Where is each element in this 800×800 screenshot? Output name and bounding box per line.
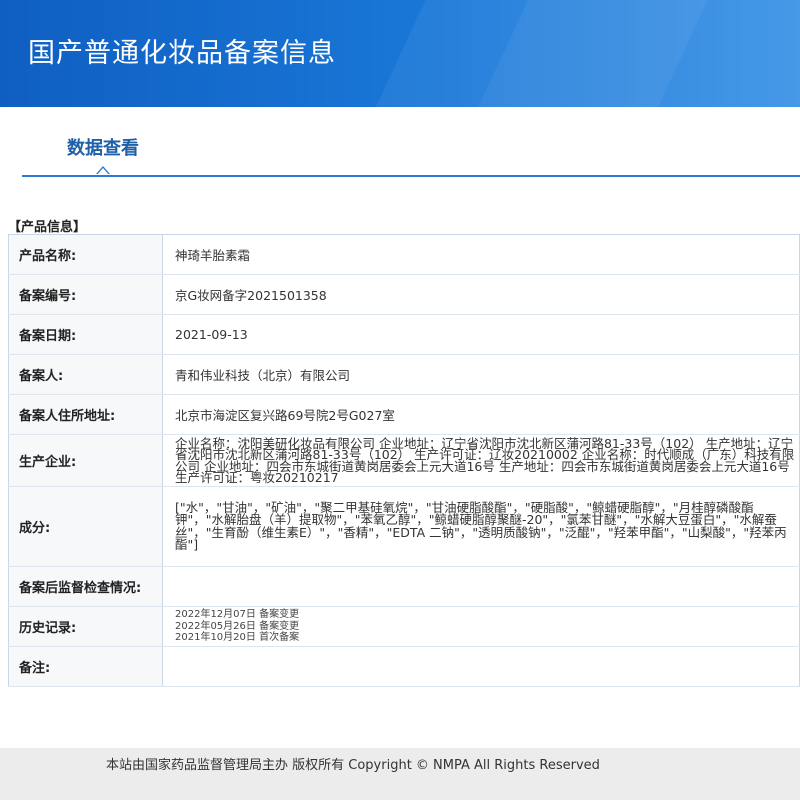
table-row: 备案人: 青和伟业科技（北京）有限公司 xyxy=(8,354,800,395)
registrant-address-label: 备案人住所地址: xyxy=(8,394,163,435)
history-entry: 2022年05月26日 备案变更 xyxy=(175,620,300,632)
history-list: 2022年12月07日 备案变更 2022年05月26日 备案变更 2021年1… xyxy=(162,606,800,647)
product-info-table: 产品名称: 神琦羊胎素霜 备案编号: 京G妆网备字2021501358 备案日期… xyxy=(8,234,800,687)
table-row: 历史记录: 2022年12月07日 备案变更 2022年05月26日 备案变更 … xyxy=(8,606,800,647)
history-label: 历史记录: xyxy=(8,606,163,647)
table-row: 备案编号: 京G妆网备字2021501358 xyxy=(8,274,800,315)
record-date-value: 2021-09-13 xyxy=(162,314,800,355)
section-heading: 【产品信息】 xyxy=(8,220,87,235)
footer-copyright: 本站由国家药品监督管理局主办 版权所有 Copyright © NMPA All… xyxy=(106,758,600,773)
table-row: 生产企业: 企业名称：沈阳美研化妆品有限公司 企业地址：辽宁省沈阳市沈北新区蒲河… xyxy=(8,434,800,487)
table-row: 备注: xyxy=(8,646,800,687)
history-entry: 2021年10月20日 首次备案 xyxy=(175,632,300,644)
remarks-label: 备注: xyxy=(8,646,163,687)
post-inspection-label: 备案后监督检查情况: xyxy=(8,566,163,607)
ingredients-value: ["水"，"甘油"，"矿油"，"聚二甲基硅氧烷"，"甘油硬脂酸酯"，"硬脂酸"，… xyxy=(162,486,800,567)
table-row: 备案后监督检查情况: xyxy=(8,566,800,607)
manufacturer-label: 生产企业: xyxy=(8,434,163,487)
table-row: 备案日期: 2021-09-13 xyxy=(8,314,800,355)
product-name-value: 神琦羊胎素霜 xyxy=(162,234,800,275)
record-number-label: 备案编号: xyxy=(8,274,163,315)
header-banner: 国产普通化妆品备案信息 xyxy=(0,0,800,107)
history-entry: 2022年12月07日 备案变更 xyxy=(175,609,300,621)
post-inspection-value xyxy=(162,566,800,607)
registrant-value: 青和伟业科技（北京）有限公司 xyxy=(162,354,800,395)
tab-indicator-icon xyxy=(97,168,109,175)
remarks-value xyxy=(162,646,800,687)
record-date-label: 备案日期: xyxy=(8,314,163,355)
footer: 本站由国家药品监督管理局主办 版权所有 Copyright © NMPA All… xyxy=(0,748,800,800)
registrant-address-value: 北京市海淀区复兴路69号院2号G027室 xyxy=(162,394,800,435)
registrant-label: 备案人: xyxy=(8,354,163,395)
manufacturer-value: 企业名称：沈阳美研化妆品有限公司 企业地址：辽宁省沈阳市沈北新区蒲河路81-33… xyxy=(162,434,800,487)
table-row: 产品名称: 神琦羊胎素霜 xyxy=(8,234,800,275)
tab-bar: 数据查看 xyxy=(22,118,800,178)
tab-data-view[interactable]: 数据查看 xyxy=(67,134,139,160)
table-row: 备案人住所地址: 北京市海淀区复兴路69号院2号G027室 xyxy=(8,394,800,435)
product-name-label: 产品名称: xyxy=(8,234,163,275)
table-row: 成分: ["水"，"甘油"，"矿油"，"聚二甲基硅氧烷"，"甘油硬脂酸酯"，"硬… xyxy=(8,486,800,567)
tab-underline xyxy=(22,175,800,177)
record-number-value: 京G妆网备字2021501358 xyxy=(162,274,800,315)
ingredients-label: 成分: xyxy=(8,486,163,567)
page-title: 国产普通化妆品备案信息 xyxy=(28,38,336,69)
